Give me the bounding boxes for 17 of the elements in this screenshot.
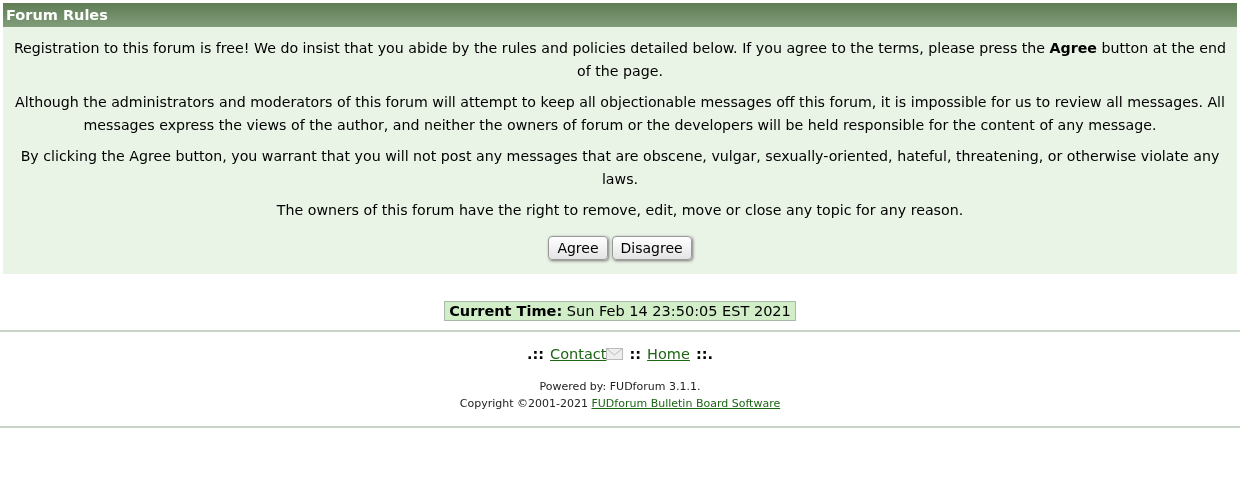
rules-paragraph: By clicking the Agree button, you warrant that you will not post any messages that are obscene, vulgar, sexually-oriented, hateful, threatening, or otherwise violate any laws. bbox=[19, 147, 1221, 189]
nav-separator: ::. bbox=[695, 346, 714, 362]
software-link[interactable]: FUDforum Bulletin Board Software bbox=[591, 397, 781, 410]
nav-separator: .:: bbox=[526, 346, 545, 362]
current-time: Current Time: Sun Feb 14 23:50:05 EST 2021 bbox=[444, 301, 796, 321]
powered-by: Powered by: FUDforum 3.1.1. bbox=[538, 379, 702, 395]
section-header: Forum Rules bbox=[3, 3, 1237, 27]
envelope-icon bbox=[606, 348, 624, 360]
footer-link[interactable]: Contact bbox=[550, 346, 607, 362]
agree-button[interactable]: Agree bbox=[548, 236, 608, 260]
footer-link[interactable]: Home bbox=[647, 346, 690, 362]
rules-paragraph: Registration to this forum is free! We do insist that you abide by the rules and policies detailed below. If you agree to the terms, please press the Agree button at the end of the page. bbox=[12, 39, 1228, 81]
nav-separator: :: bbox=[629, 346, 642, 362]
disagree-button[interactable]: Disagree bbox=[611, 236, 692, 260]
rules-paragraph: Although the administrators and moderators of this forum will attempt to keep all objectionable messages off this forum, it is impossible for us to review all messages. All messages express the views of the author, and neither the owners of forum or the developers will be held responsible for the content of any message. bbox=[14, 93, 1226, 135]
rules-paragraph: The owners of this forum have the right to remove, edit, move or close any topic for any reason. bbox=[275, 201, 965, 220]
copyright: Copyright ©2001-2021 bbox=[459, 397, 588, 410]
